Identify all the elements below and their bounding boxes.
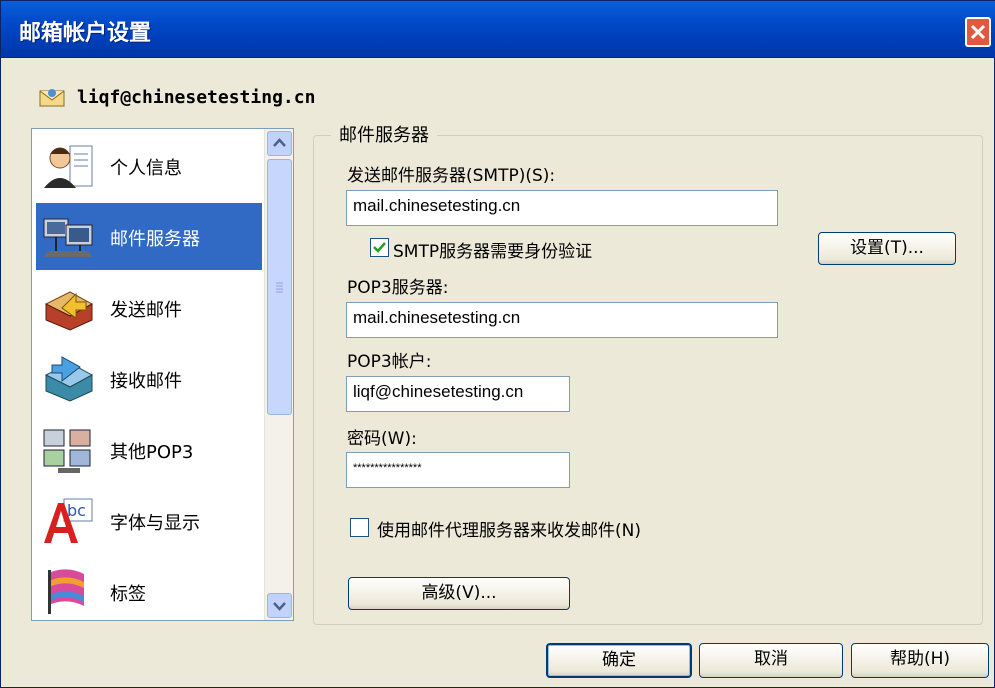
sidebar-item-label: 接收邮件: [110, 371, 182, 392]
group-title: 邮件服务器: [331, 121, 437, 147]
scroll-thumb[interactable]: [267, 159, 292, 415]
envelope-icon: [39, 89, 65, 107]
help-button[interactable]: 帮助(H): [851, 643, 989, 678]
checkmark-icon: [373, 242, 386, 253]
sidebar-item-personal-info[interactable]: 个人信息: [36, 132, 262, 199]
font-display-icon: bc: [44, 498, 93, 543]
ok-button[interactable]: 确定: [546, 643, 692, 678]
password-label: 密码(W):: [347, 429, 417, 449]
account-email: liqf@chinesetesting.cn: [77, 87, 316, 108]
pop3-account-input[interactable]: liqf@chinesetesting.cn: [346, 376, 570, 412]
sidebar-item-receive-mail[interactable]: 接收邮件: [36, 345, 262, 412]
grip-icon: [276, 282, 283, 293]
chevron-up-icon: [273, 138, 286, 147]
person-icon: [44, 145, 93, 188]
scroll-up-button[interactable]: [267, 131, 292, 156]
sidebar-item-label: 发送邮件: [110, 300, 182, 321]
window-title: 邮箱帐户设置: [19, 21, 152, 46]
pop3-server-label: POP3服务器:: [347, 278, 449, 298]
close-button[interactable]: [965, 17, 991, 47]
chevron-down-icon: [273, 602, 286, 611]
svg-text:bc: bc: [67, 501, 86, 520]
sidebar-item-mail-server[interactable]: 邮件服务器: [36, 203, 262, 270]
pop3-account-label: POP3帐户:: [347, 352, 432, 372]
smtp-server-input[interactable]: mail.chinesetesting.cn: [346, 190, 778, 226]
sidebar-item-font-display[interactable]: bc 字体与显示: [36, 487, 262, 554]
sidebar-scrollbar[interactable]: [264, 129, 293, 620]
proxy-label[interactable]: 使用邮件代理服务器来收发邮件(N): [377, 516, 641, 541]
sidebar-item-send-mail[interactable]: 发送邮件: [36, 274, 262, 341]
sidebar-item-label: 邮件服务器: [110, 229, 200, 250]
sidebar-item-label-tags[interactable]: 标签: [36, 558, 262, 620]
pop3-server-input[interactable]: mail.chinesetesting.cn: [346, 302, 778, 338]
dialog-window: 邮箱帐户设置 liqf@chinesetesting.cn 个人信息 邮件服务器…: [0, 0, 995, 688]
smtp-auth-checkbox[interactable]: [370, 238, 389, 257]
proxy-checkbox[interactable]: [350, 518, 369, 537]
server-icon: [43, 218, 93, 257]
sidebar-item-label: 个人信息: [110, 158, 182, 179]
receive-mail-icon: [44, 356, 94, 402]
cancel-button[interactable]: 取消: [699, 643, 843, 678]
sidebar-item-other-pop3[interactable]: 其他POP3: [36, 416, 262, 483]
send-mail-icon: [44, 291, 94, 331]
title-bar[interactable]: 邮箱帐户设置: [1, 1, 995, 58]
sidebar-item-label: 字体与显示: [110, 513, 200, 534]
smtp-auth-label[interactable]: SMTP服务器需要身份验证: [393, 237, 592, 262]
settings-button[interactable]: 设置(T)...: [818, 232, 956, 265]
other-pop3-icon: [43, 429, 91, 473]
password-input[interactable]: ****************: [346, 452, 570, 488]
label-icon: [48, 569, 84, 614]
sidebar-item-label: 其他POP3: [110, 442, 194, 463]
category-list[interactable]: 个人信息 邮件服务器 发送邮件 接收邮件 其他POP3 bc 字体与显示 标签: [31, 128, 294, 621]
sidebar-item-label: 标签: [110, 584, 146, 605]
advanced-button[interactable]: 高级(V)...: [348, 577, 570, 610]
smtp-label: 发送邮件服务器(SMTP)(S):: [347, 166, 556, 186]
close-icon: [970, 24, 986, 40]
scroll-down-button[interactable]: [267, 593, 292, 618]
